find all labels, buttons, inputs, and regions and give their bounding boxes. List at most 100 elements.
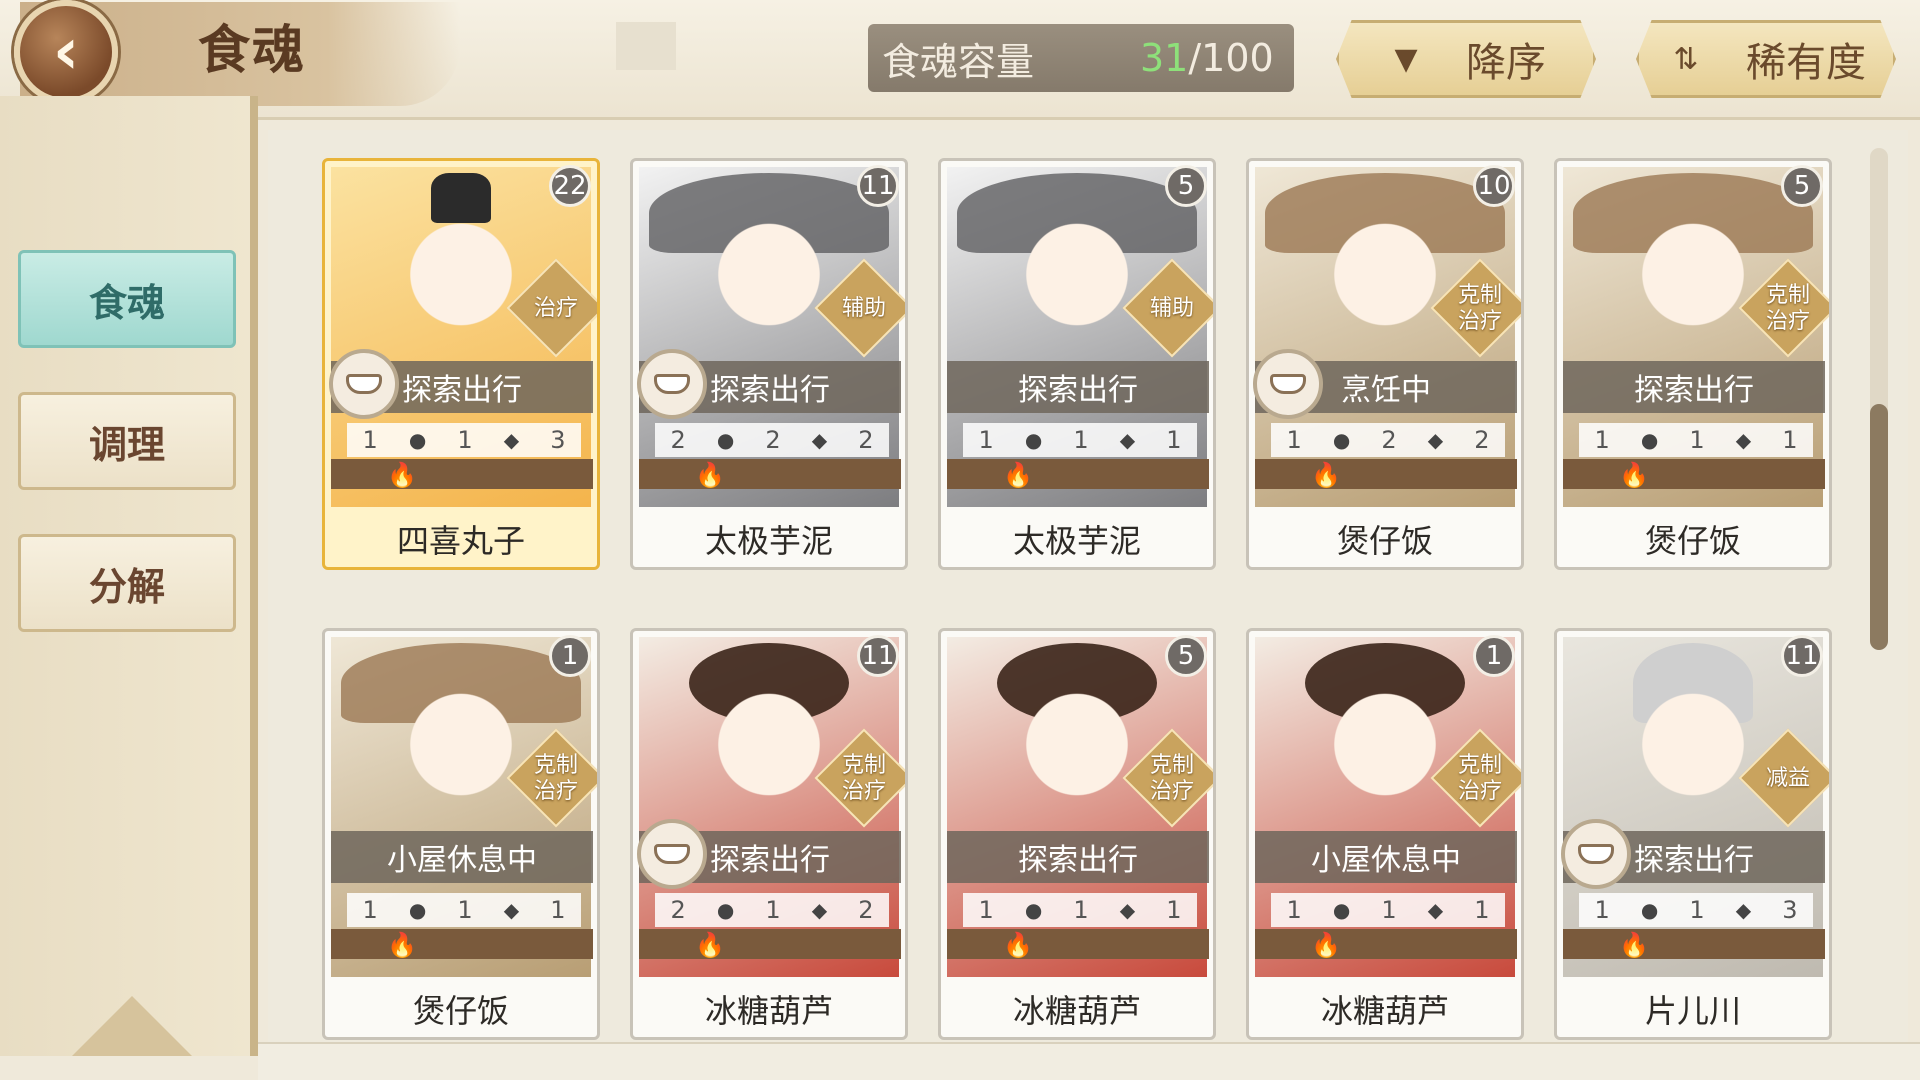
stats-row: 1 ● 1 ◆ 3 xyxy=(1579,893,1813,927)
tab-label: 调理 xyxy=(88,421,165,467)
food-soul-card[interactable]: 11 辅助 探索出行 2 ● 2 ◆ 2 🔥 太极芋泥 xyxy=(630,158,908,570)
food-soul-card[interactable]: 5 克制 治疗 探索出行 1 ● 1 ◆ 1 🔥 冰糖葫芦 xyxy=(938,628,1216,1040)
level-badge: 11 xyxy=(1781,635,1823,677)
sort-descending-button[interactable]: ▼ 降序 xyxy=(1336,20,1596,98)
role-tag: 克制 治疗 xyxy=(1457,753,1502,804)
stat-value: 3 xyxy=(550,426,566,454)
card-name: 煲仔饭 xyxy=(1336,522,1433,560)
flame-icon: 🔥 xyxy=(1311,931,1341,959)
stat-value: 1 xyxy=(1474,896,1490,924)
flame-row xyxy=(1563,459,1825,489)
card-name: 四喜丸子 xyxy=(396,522,525,560)
role-tag: 辅助 xyxy=(1149,296,1194,321)
stat-value: 2 xyxy=(858,426,874,454)
bowl-icon xyxy=(1253,349,1323,419)
droplet-icon: ● xyxy=(408,428,427,452)
role-tag: 辅助 xyxy=(841,296,886,321)
tab-food-souls[interactable]: 食魂 xyxy=(18,250,236,348)
tab-decompose[interactable]: 分解 xyxy=(18,534,236,632)
scrollbar-thumb[interactable] xyxy=(1870,404,1888,650)
card-name: 煲仔饭 xyxy=(1644,522,1741,560)
food-soul-card[interactable]: 11 克制 治疗 探索出行 2 ● 1 ◆ 2 🔥 冰糖葫芦 xyxy=(630,628,908,1040)
level-badge: 11 xyxy=(857,635,899,677)
sort-descending-label: 降序 xyxy=(1466,40,1546,86)
stats-row: 1 ● 1 ◆ 1 xyxy=(1271,893,1505,927)
stat-value: 2 xyxy=(765,426,781,454)
character-face xyxy=(1002,207,1152,357)
level-badge: 5 xyxy=(1165,635,1207,677)
stats-row: 2 ● 1 ◆ 2 xyxy=(655,893,889,927)
stats-row: 1 ● 2 ◆ 2 xyxy=(1271,423,1505,457)
role-tag: 克制 治疗 xyxy=(1457,283,1502,334)
flame-icon: 🔥 xyxy=(1619,461,1649,489)
droplet-icon: ● xyxy=(1640,428,1659,452)
role-tag: 治疗 xyxy=(533,296,578,321)
food-soul-card[interactable]: 1 克制 治疗 小屋休息中 1 ● 1 ◆ 1 🔥 煲仔饭 xyxy=(322,628,600,1040)
stat-value: 3 xyxy=(1782,896,1798,924)
role-tag: 克制 治疗 xyxy=(841,753,886,804)
character-face xyxy=(694,677,844,827)
droplet-icon: ◆ xyxy=(1735,428,1752,452)
status-bar: 探索出行 xyxy=(1563,361,1825,413)
droplet-icon: ● xyxy=(1640,898,1659,922)
character-face xyxy=(1310,677,1460,827)
stat-value: 1 xyxy=(1286,426,1302,454)
triangle-down-icon: ▼ xyxy=(1394,41,1418,77)
card-name: 太极芋泥 xyxy=(704,522,833,560)
page-title: 食魂 xyxy=(198,20,307,81)
droplet-icon: ● xyxy=(1024,898,1043,922)
flame-icon: 🔥 xyxy=(1003,931,1033,959)
character-face xyxy=(386,207,536,357)
flame-row xyxy=(1255,929,1517,959)
flame-row xyxy=(947,459,1209,489)
stats-row: 1 ● 1 ◆ 3 xyxy=(347,423,581,457)
stat-value: 1 xyxy=(1782,426,1798,454)
character-face xyxy=(1618,677,1768,827)
status-bar: 探索出行 xyxy=(947,831,1209,883)
droplet-icon: ◆ xyxy=(811,898,828,922)
food-soul-card[interactable]: 10 克制 治疗 烹饪中 1 ● 2 ◆ 2 🔥 煲仔饭 xyxy=(1246,158,1524,570)
flame-row xyxy=(639,929,901,959)
swap-icon: ⇅ xyxy=(1673,41,1699,77)
food-soul-card[interactable]: 11 减益 探索出行 1 ● 1 ◆ 3 🔥 片儿川 xyxy=(1554,628,1832,1040)
food-soul-card[interactable]: 22 治疗 探索出行 1 ● 1 ◆ 3 🔥 四喜丸子 xyxy=(322,158,600,570)
sort-rarity-button[interactable]: ⇅ 稀有度 xyxy=(1636,20,1896,98)
stat-value: 1 xyxy=(1381,896,1397,924)
bowl-icon xyxy=(637,819,707,889)
flame-icon: 🔥 xyxy=(387,931,417,959)
status-bar: 探索出行 xyxy=(947,361,1209,413)
stat-value: 1 xyxy=(1594,426,1610,454)
stat-value: 1 xyxy=(362,426,378,454)
card-name: 冰糖葫芦 xyxy=(704,992,833,1030)
level-badge: 22 xyxy=(549,165,591,207)
stat-value: 1 xyxy=(550,896,566,924)
flame-row xyxy=(331,459,593,489)
flame-row xyxy=(331,929,593,959)
stat-value: 1 xyxy=(1689,896,1705,924)
food-soul-card[interactable]: 5 辅助 探索出行 1 ● 1 ◆ 1 🔥 太极芋泥 xyxy=(938,158,1216,570)
capacity-current: 31 xyxy=(1140,36,1189,80)
placeholder-square xyxy=(616,22,676,70)
droplet-icon: ● xyxy=(1332,428,1351,452)
capacity-separator: / xyxy=(1188,36,1202,80)
stat-value: 2 xyxy=(1381,426,1397,454)
stats-row: 1 ● 1 ◆ 1 xyxy=(1579,423,1813,457)
droplet-icon: ◆ xyxy=(503,428,520,452)
droplet-icon: ◆ xyxy=(503,898,520,922)
food-soul-card[interactable]: 5 克制 治疗 探索出行 1 ● 1 ◆ 1 🔥 煲仔饭 xyxy=(1554,158,1832,570)
sort-rarity-label: 稀有度 xyxy=(1746,40,1866,86)
food-soul-card[interactable]: 1 克制 治疗 小屋休息中 1 ● 1 ◆ 1 🔥 冰糖葫芦 xyxy=(1246,628,1524,1040)
stat-value: 1 xyxy=(457,896,473,924)
stat-value: 1 xyxy=(1166,896,1182,924)
tab-conditioning[interactable]: 调理 xyxy=(18,392,236,490)
chevron-left-icon: ‹ xyxy=(52,15,80,89)
bowl-icon xyxy=(329,349,399,419)
capacity-label: 食魂容量 xyxy=(882,39,1035,84)
level-badge: 11 xyxy=(857,165,899,207)
tab-label: 食魂 xyxy=(88,279,165,325)
status-bar: 小屋休息中 xyxy=(331,831,593,883)
back-button[interactable]: ‹ xyxy=(14,0,118,104)
stat-value: 2 xyxy=(1474,426,1490,454)
character-face xyxy=(1310,207,1460,357)
flame-row xyxy=(947,929,1209,959)
